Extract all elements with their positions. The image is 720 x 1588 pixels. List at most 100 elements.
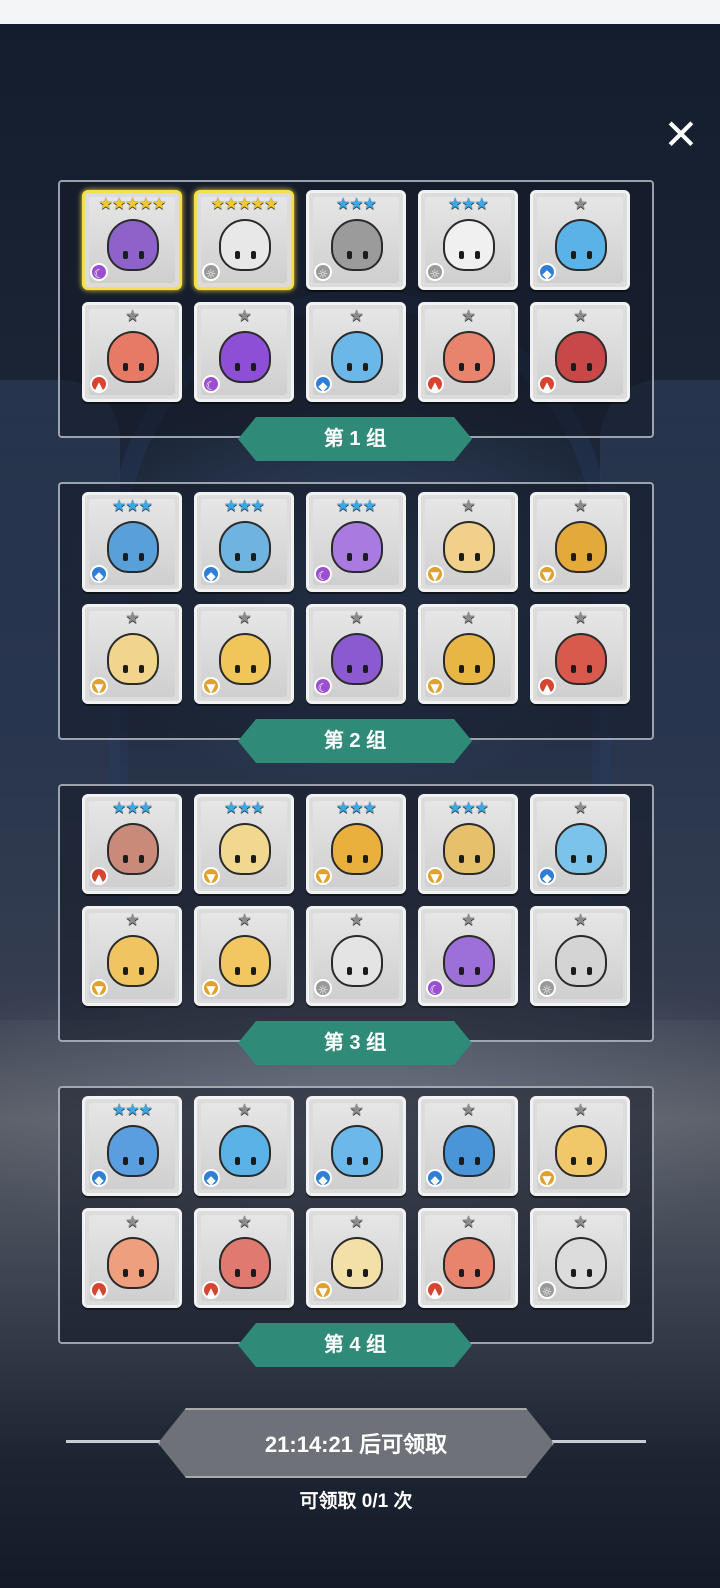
- hero-card[interactable]: ★ ▼: [306, 1208, 406, 1308]
- hero-eye: [347, 967, 352, 975]
- star-rating: ★: [573, 194, 587, 213]
- hero-eye: [235, 363, 240, 371]
- hero-eye: [139, 1157, 144, 1165]
- hero-card[interactable]: ★★★ ▼: [418, 794, 518, 894]
- hero-card[interactable]: ★★★ ☼: [306, 190, 406, 290]
- hero-card[interactable]: ★★★ ▲: [82, 794, 182, 894]
- hero-card[interactable]: ★★★★★ ☼: [194, 190, 294, 290]
- hero-eye: [363, 1269, 368, 1277]
- hero-card[interactable]: ★ ☾: [306, 604, 406, 704]
- hero-card[interactable]: ★ ▲: [82, 1208, 182, 1308]
- hero-card[interactable]: ★★★★★ ☾: [82, 190, 182, 290]
- hero-row: ★ ▲ ★ ☾ ★ ◆ ★ ▲ ★ ▲: [82, 302, 632, 402]
- hero-card[interactable]: ★ ☼: [306, 906, 406, 1006]
- hero-eye: [587, 1157, 592, 1165]
- star-rating: ★: [573, 496, 587, 515]
- hero-card[interactable]: ★ ☼: [530, 906, 630, 1006]
- hero-card[interactable]: ★ ◆: [418, 1096, 518, 1196]
- star-rating: ★: [237, 1212, 251, 1231]
- group-label: 第 2 组: [238, 719, 472, 763]
- hero-card[interactable]: ★ ▼: [418, 492, 518, 592]
- hero-card[interactable]: ★ ▲: [194, 1208, 294, 1308]
- hero-eye: [587, 967, 592, 975]
- hero-eye: [363, 363, 368, 371]
- hero-card[interactable]: ★ ▼: [530, 492, 630, 592]
- hero-card[interactable]: ★ ☾: [418, 906, 518, 1006]
- hero-eye: [123, 967, 128, 975]
- hero-card[interactable]: ★ ▲: [82, 302, 182, 402]
- hero-eye: [139, 967, 144, 975]
- claim-button[interactable]: 21:14:21 后可领取: [158, 1408, 554, 1478]
- hero-card[interactable]: ★ ▲: [418, 1208, 518, 1308]
- hero-eye: [139, 251, 144, 259]
- fire-element-icon: ▲: [426, 1281, 444, 1299]
- hero-card[interactable]: ★ ▼: [418, 604, 518, 704]
- hero-card[interactable]: ★ ◆: [306, 302, 406, 402]
- earth-element-icon: ▼: [202, 867, 220, 885]
- hero-card[interactable]: ★★★ ▼: [194, 794, 294, 894]
- hero-card[interactable]: ★ ▲: [530, 604, 630, 704]
- hero-eye: [347, 363, 352, 371]
- star-rating: ★: [573, 910, 587, 929]
- star-rating: ★★★: [223, 496, 265, 515]
- hero-eye: [475, 665, 480, 673]
- dark-element-icon: ☾: [314, 565, 332, 583]
- hero-portrait: [331, 1237, 383, 1289]
- hero-card[interactable]: ★ ▼: [194, 604, 294, 704]
- star-rating: ★★★: [111, 798, 153, 817]
- earth-element-icon: ▼: [426, 565, 444, 583]
- hero-card[interactable]: ★ ◆: [530, 794, 630, 894]
- hero-eye: [459, 855, 464, 863]
- hero-portrait: [219, 1125, 271, 1177]
- hero-card[interactable]: ★ ▼: [194, 906, 294, 1006]
- hero-card[interactable]: ★★★ ▼: [306, 794, 406, 894]
- fire-element-icon: ▲: [538, 375, 556, 393]
- hero-card[interactable]: ★ ◆: [306, 1096, 406, 1196]
- hero-eye: [123, 363, 128, 371]
- close-icon: ✕: [663, 110, 699, 159]
- divider-right: [550, 1440, 646, 1443]
- hero-eye: [475, 855, 480, 863]
- hero-eye: [363, 855, 368, 863]
- hero-card[interactable]: ★ ▼: [82, 906, 182, 1006]
- close-button[interactable]: ✕: [658, 112, 704, 158]
- hero-portrait: [107, 823, 159, 875]
- hero-portrait: [555, 823, 607, 875]
- hero-eye: [571, 1269, 576, 1277]
- water-element-icon: ◆: [314, 375, 332, 393]
- hero-eye: [251, 251, 256, 259]
- star-rating: ★: [573, 798, 587, 817]
- hero-card[interactable]: ★ ▲: [418, 302, 518, 402]
- hero-eye: [571, 363, 576, 371]
- hero-eye: [571, 1157, 576, 1165]
- hero-portrait: [443, 633, 495, 685]
- earth-element-icon: ▼: [538, 1169, 556, 1187]
- hero-portrait: [107, 1125, 159, 1177]
- hero-eye: [571, 855, 576, 863]
- hero-eye: [235, 553, 240, 561]
- hero-card[interactable]: ★ ▲: [530, 302, 630, 402]
- hero-portrait: [219, 521, 271, 573]
- hero-card[interactable]: ★ ☾: [194, 302, 294, 402]
- hero-card[interactable]: ★ ◆: [194, 1096, 294, 1196]
- fire-element-icon: ▲: [90, 867, 108, 885]
- hero-portrait: [331, 633, 383, 685]
- hero-eye: [347, 855, 352, 863]
- hero-eye: [475, 363, 480, 371]
- hero-row: ★★★ ◆ ★★★ ◆ ★★★ ☾ ★ ▼ ★ ▼: [82, 492, 632, 592]
- hero-portrait: [219, 219, 271, 271]
- hero-eye: [571, 251, 576, 259]
- hero-card[interactable]: ★★★ ☾: [306, 492, 406, 592]
- star-rating: ★: [461, 910, 475, 929]
- hero-card[interactable]: ★★★ ◆: [82, 1096, 182, 1196]
- hero-card[interactable]: ★ ☼: [530, 1208, 630, 1308]
- hero-card[interactable]: ★ ▼: [530, 1096, 630, 1196]
- water-element-icon: ◆: [90, 565, 108, 583]
- hero-card[interactable]: ★★★ ◆: [82, 492, 182, 592]
- hero-card[interactable]: ★★★ ◆: [194, 492, 294, 592]
- hero-eye: [459, 967, 464, 975]
- hero-card[interactable]: ★ ◆: [530, 190, 630, 290]
- hero-row: ★ ▼ ★ ▼ ★ ☼ ★ ☾ ★ ☼: [82, 906, 632, 1006]
- hero-card[interactable]: ★ ▼: [82, 604, 182, 704]
- hero-card[interactable]: ★★★ ☼: [418, 190, 518, 290]
